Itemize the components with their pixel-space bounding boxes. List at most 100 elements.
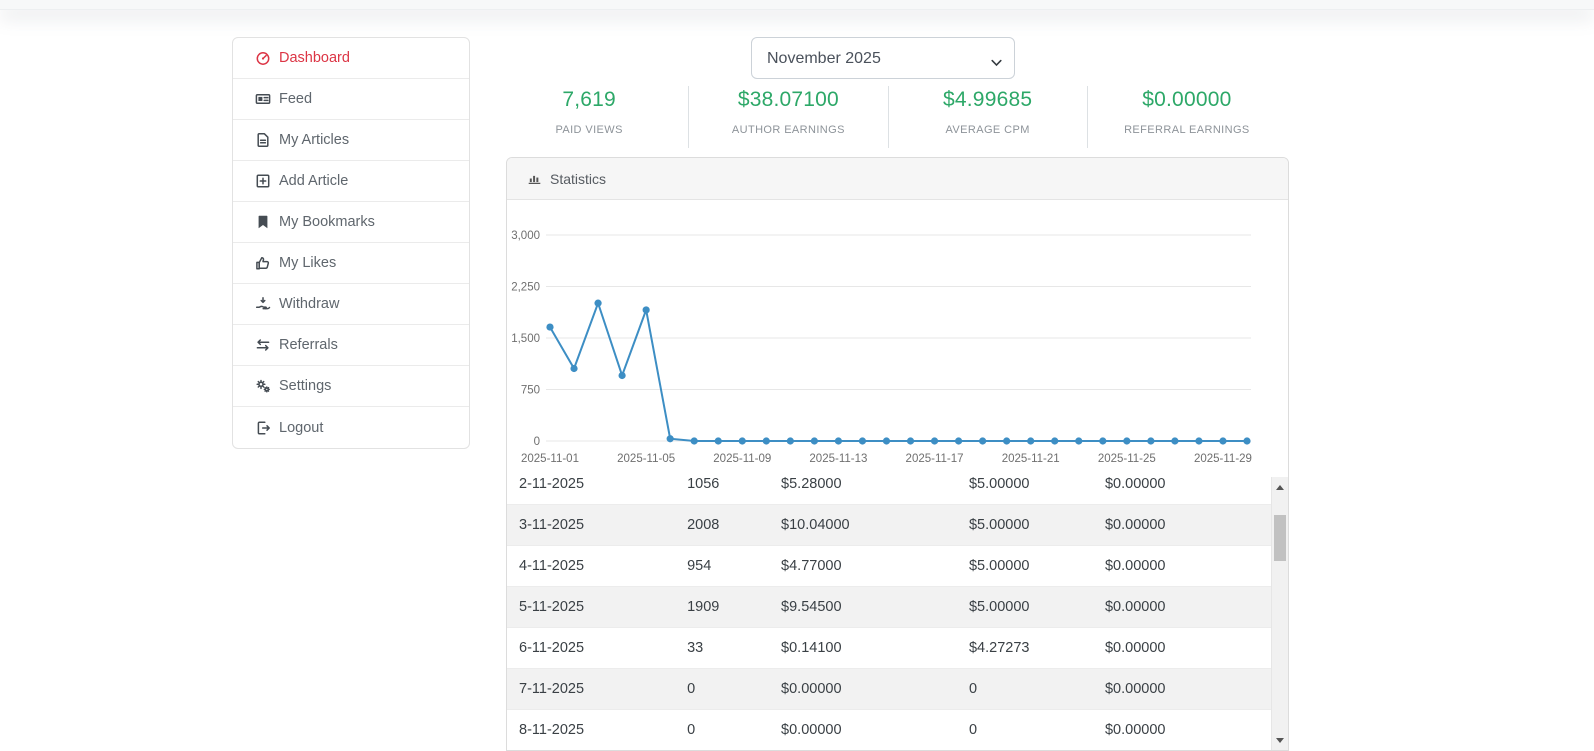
data-point (546, 323, 553, 330)
x-tick-label: 2025-11-13 (809, 453, 867, 465)
data-point (643, 306, 650, 313)
sidebar-item-my-bookmarks[interactable]: My Bookmarks (233, 202, 469, 243)
data-point (1171, 437, 1178, 444)
scroll-down-icon (1276, 738, 1284, 743)
cell-author-earnings: $5.28000 (769, 477, 957, 492)
scrollbar-thumb[interactable] (1274, 515, 1286, 561)
cell-paid-views: 33 (675, 640, 769, 656)
data-point (1051, 437, 1058, 444)
sign-out-icon (254, 419, 271, 436)
sidebar-item-label: Withdraw (279, 296, 339, 312)
sidebar-menu: Dashboard FeedMy ArticlesAdd Article My Bo… (232, 37, 470, 449)
cell-paid-views: 0 (675, 722, 769, 738)
cell-author-earnings: $4.77000 (769, 558, 957, 574)
stat-label: AUTHOR EARNINGS (689, 124, 887, 136)
statistics-panel: Statistics 0 750 1,500 2,250 3,000 2025-11-01… (506, 157, 1289, 751)
file-icon (254, 132, 271, 149)
paid-views-line-chart: 0 750 1,500 2,250 3,000 2025-11-01 2025-11-05 2… (507, 200, 1288, 477)
cell-author-earnings: $0.14100 (769, 640, 957, 656)
table-scrollbar[interactable] (1271, 477, 1288, 750)
month-select-wrap: November 2025 (751, 37, 1015, 79)
cell-paid-views: 1909 (675, 599, 769, 615)
table-row: 6-11-202533$0.14100$4.27273$0.00000 (507, 628, 1271, 669)
cell-referral-earnings: $0.00000 (1093, 681, 1271, 697)
data-point (907, 437, 914, 444)
cell-date: 2-11-2025 (507, 477, 675, 492)
cogs-icon (254, 378, 271, 395)
y-tick-label: 750 (521, 385, 540, 397)
cell-cpm: $5.00000 (957, 477, 1093, 492)
sidebar-item-label: My Likes (279, 255, 336, 271)
data-point (787, 437, 794, 444)
data-point (763, 437, 770, 444)
scroll-down-button[interactable] (1272, 732, 1288, 748)
top-navbar (0, 0, 1594, 10)
sidebar-item-my-articles[interactable]: My Articles (233, 120, 469, 161)
cell-author-earnings: $9.54500 (769, 599, 957, 615)
cell-cpm: 0 (957, 722, 1093, 738)
cell-paid-views: 954 (675, 558, 769, 574)
sidebar-item-withdraw[interactable]: Withdraw (233, 284, 469, 325)
data-point (1075, 437, 1082, 444)
data-point (715, 437, 722, 444)
sidebar-item-settings[interactable]: Settings (233, 366, 469, 407)
panel-title: Statistics (550, 171, 606, 187)
sidebar-item-add-article[interactable]: Add Article (233, 161, 469, 202)
cell-referral-earnings: $0.00000 (1093, 558, 1271, 574)
stat-label: PAID VIEWS (490, 124, 688, 136)
x-tick-label: 2025-11-09 (713, 453, 771, 465)
sidebar-item-my-likes[interactable]: My Likes (233, 243, 469, 284)
cell-date: 4-11-2025 (507, 558, 675, 574)
data-point (1099, 437, 1106, 444)
daily-stats-table-scroll-area[interactable]: 2-11-20251056$5.28000$5.00000$0.000003-1… (507, 477, 1288, 750)
cell-referral-earnings: $0.00000 (1093, 640, 1271, 656)
data-point (931, 437, 938, 444)
cell-cpm: $5.00000 (957, 517, 1093, 533)
sidebar-item-label: My Bookmarks (279, 214, 375, 230)
data-point (859, 437, 866, 444)
y-tick-label: 3,000 (511, 230, 540, 242)
sidebar-item-feed[interactable]: Feed (233, 79, 469, 120)
cell-referral-earnings: $0.00000 (1093, 722, 1271, 738)
exchange-icon (254, 337, 271, 354)
data-point (1003, 437, 1010, 444)
data-point (1219, 437, 1226, 444)
sidebar-item-label: Dashboard (279, 50, 350, 66)
data-point (667, 435, 674, 442)
y-tick-label: 2,250 (511, 282, 540, 294)
data-point (1147, 437, 1154, 444)
sidebar-item-dashboard[interactable]: Dashboard (233, 38, 469, 79)
table-row: 2-11-20251056$5.28000$5.00000$0.00000 (507, 477, 1271, 505)
data-point (594, 300, 601, 307)
cell-cpm: $5.00000 (957, 558, 1093, 574)
sidebar-item-label: Referrals (279, 337, 338, 353)
cell-date: 6-11-2025 (507, 640, 675, 656)
x-tick-label: 2025-11-01 (521, 453, 579, 465)
table-row: 8-11-20250$0.000000$0.00000 (507, 710, 1271, 750)
cell-date: 8-11-2025 (507, 722, 675, 738)
scroll-up-button[interactable] (1272, 479, 1288, 495)
line-chart-svg: 0 750 1,500 2,250 3,000 2025-11-01 2025-11-05 2… (507, 200, 1288, 477)
cell-date: 7-11-2025 (507, 681, 675, 697)
cell-referral-earnings: $0.00000 (1093, 599, 1271, 615)
sidebar-item-referrals[interactable]: Referrals (233, 325, 469, 366)
cell-cpm: $4.27273 (957, 640, 1093, 656)
sidebar-item-logout[interactable]: Logout (233, 407, 469, 448)
cell-cpm: 0 (957, 681, 1093, 697)
y-tick-label: 1,500 (511, 333, 540, 345)
newspaper-icon (254, 91, 271, 108)
stat-value: $38.07100 (689, 88, 887, 112)
month-select[interactable]: November 2025 (751, 37, 1015, 79)
sidebar-item-label: Settings (279, 378, 331, 394)
thumbs-up-icon (254, 255, 271, 272)
stat-label: AVERAGE CPM (889, 124, 1087, 136)
y-tick-label: 0 (534, 436, 540, 448)
stat-value: 7,619 (490, 88, 688, 112)
cell-paid-views: 2008 (675, 517, 769, 533)
data-line (550, 303, 1247, 441)
data-point (619, 372, 626, 379)
tachometer-icon (254, 50, 271, 67)
x-tick-label: 2025-11-05 (617, 453, 675, 465)
cell-referral-earnings: $0.00000 (1093, 517, 1271, 533)
data-point (1243, 437, 1250, 444)
